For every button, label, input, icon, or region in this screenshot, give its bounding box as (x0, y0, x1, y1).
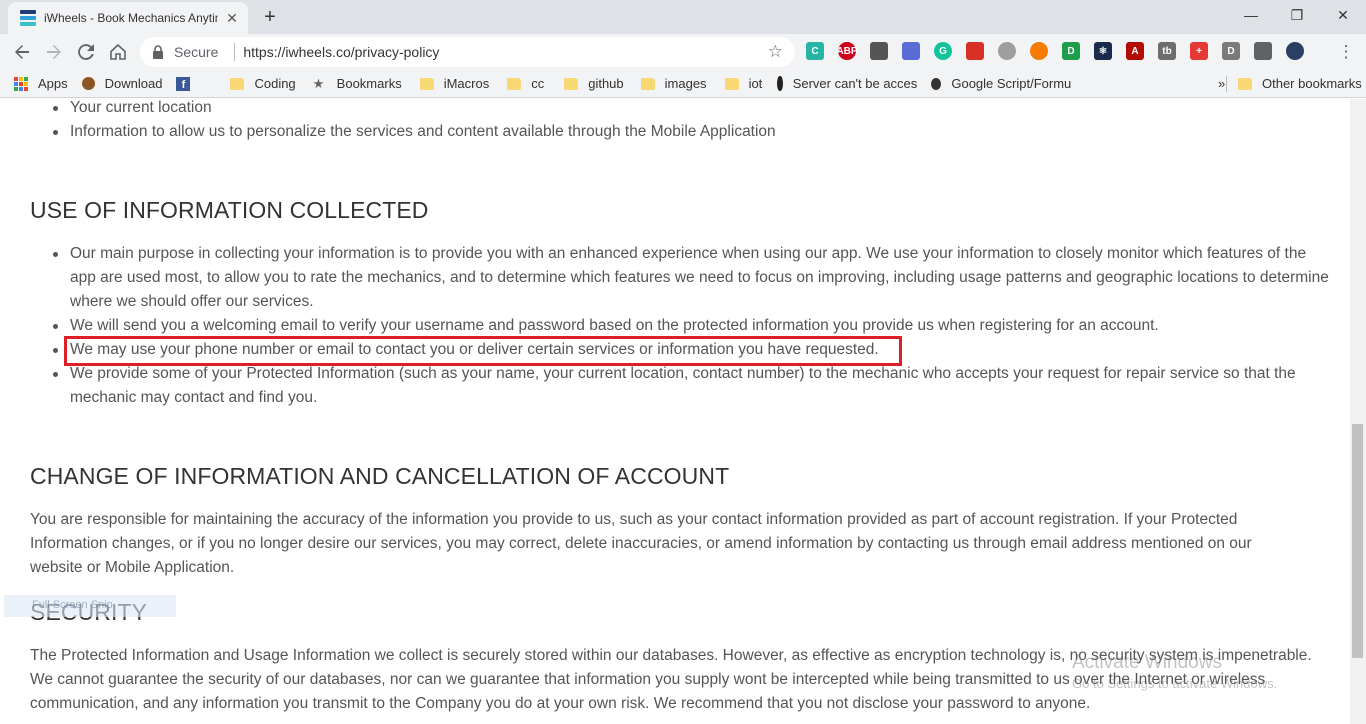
green-d-icon[interactable]: D (1062, 42, 1080, 60)
folder-icon (564, 77, 579, 90)
eyedropper-icon[interactable] (870, 42, 888, 60)
bookmark-label: Google Script/Formu (951, 76, 1072, 91)
back-icon[interactable] (6, 36, 38, 68)
download-icon (81, 77, 95, 90)
bookmark-label: images (664, 76, 707, 91)
bookmark-images[interactable]: images (640, 72, 707, 96)
bookmark-label: cc (531, 76, 545, 91)
bookmark-star-icon[interactable]: ☆ (768, 42, 783, 62)
bookmark-label: iMacros (443, 76, 490, 91)
list-item: Our main purpose in collecting your info… (30, 242, 1330, 314)
red-cross-icon[interactable]: + (1190, 42, 1208, 60)
tab-title: iWheels - Book Mechanics Anytim (44, 11, 218, 25)
bookmark-bookmarks[interactable]: ★ Bookmarks (313, 72, 402, 96)
page-content: Your current location Information to all… (0, 99, 1350, 724)
bookmark-other[interactable]: Other bookmarks (1238, 72, 1362, 96)
folder-icon (419, 77, 434, 90)
grammarly-icon[interactable]: G (934, 42, 952, 60)
bookmark-label: iot (748, 76, 763, 91)
bookmark-label: Coding (254, 76, 296, 91)
top-bullet-list: Your current location Information to all… (30, 99, 776, 144)
address-bar[interactable]: Secure https://iwheels.co/privacy-policy… (140, 37, 795, 67)
menu-kebab-icon[interactable]: ⋮ (1330, 36, 1362, 68)
section-title-use: USE OF INFORMATION COLLECTED (30, 197, 429, 223)
browser-toolbar: Secure https://iwheels.co/privacy-policy… (0, 34, 1366, 70)
close-window-button[interactable]: ✕ (1320, 0, 1366, 30)
tab-strip: iWheels - Book Mechanics Anytim ✕ + — ❐ … (0, 0, 1366, 34)
bookmark-label: Bookmarks (336, 76, 402, 91)
bookmark-label: github (588, 76, 624, 91)
c-icon[interactable]: C (806, 42, 824, 60)
scrollbar-thumb[interactable] (1352, 424, 1363, 658)
orange-circle-icon[interactable] (1030, 42, 1048, 60)
bookmark-label: Download (104, 76, 163, 91)
bookmarks-bar: Apps Download f Coding ★ Bookmarks iMacr… (0, 70, 1366, 98)
change-paragraph: You are responsible for maintaining the … (30, 511, 1252, 576)
minimize-button[interactable]: — (1228, 0, 1274, 30)
extensions-row: C ABP G D ⚛ Atb + D (806, 42, 1318, 60)
watermark-title: Activate Windows (1072, 652, 1222, 673)
bookmark-iot[interactable]: iot (724, 72, 763, 96)
bookmark-cc[interactable]: cc (507, 72, 544, 96)
list-item: Information to allow us to personalize t… (30, 120, 776, 144)
snip-overlay-label: Full Screen Snip (4, 595, 176, 617)
bookmark-imacros[interactable]: iMacros (419, 72, 490, 96)
bookmark-label: Other bookmarks (1262, 76, 1362, 91)
highlight-box (64, 336, 902, 366)
bookmark-coding[interactable]: Coding (230, 72, 296, 96)
section-title-change: CHANGE OF INFORMATION AND CANCELLATION O… (30, 463, 730, 489)
adblock-icon[interactable]: ABP (836, 42, 858, 60)
folder-icon (1238, 77, 1252, 90)
iwheels-favicon-icon (20, 10, 36, 26)
bookmark-apps[interactable]: Apps (14, 72, 68, 96)
bookmark-google-script[interactable]: Google Script/Formu (931, 72, 1071, 96)
stamp-icon[interactable] (902, 42, 920, 60)
reload-icon[interactable] (70, 36, 102, 68)
url-text[interactable]: https://iwheels.co/privacy-policy (243, 44, 767, 60)
bookmarks-divider (1226, 76, 1227, 92)
pdf-icon[interactable]: A (1126, 42, 1144, 60)
d-box-icon[interactable]: D (1222, 42, 1240, 60)
bookmark-github[interactable]: github (564, 72, 624, 96)
bookmark-label: Apps (38, 76, 68, 91)
red-square-icon[interactable] (966, 42, 984, 60)
apps-grid-icon (14, 76, 28, 91)
list-item: Your current location (30, 99, 776, 120)
use-bullet-list: Our main purpose in collecting your info… (30, 242, 1330, 410)
list-item: We will send you a welcoming email to ve… (30, 314, 1330, 338)
facebook-icon: f (176, 76, 191, 91)
github-icon (777, 76, 783, 91)
bookmarks-overflow-button[interactable]: » (1218, 72, 1225, 96)
tb-icon[interactable]: tb (1158, 42, 1176, 60)
folder-icon (230, 77, 245, 90)
star-icon: ★ (312, 75, 325, 91)
gear-icon (931, 77, 942, 90)
secure-label: Secure (174, 44, 219, 60)
forward-icon[interactable] (38, 36, 70, 68)
home-icon[interactable] (102, 36, 134, 68)
tab-close-icon[interactable]: ✕ (224, 10, 240, 26)
browser-tab[interactable]: iWheels - Book Mechanics Anytim ✕ (8, 2, 248, 34)
omnibox-divider (234, 43, 236, 61)
folder-icon (640, 77, 655, 90)
react-icon[interactable]: ⚛ (1094, 42, 1112, 60)
cast-icon[interactable] (1254, 42, 1272, 60)
folder-icon (507, 77, 522, 90)
folder-icon (724, 77, 739, 90)
restore-button[interactable]: ❐ (1274, 0, 1320, 30)
bookmark-label: Server can't be acces (792, 76, 918, 91)
bookmark-download[interactable]: Download (81, 72, 163, 96)
gray-circle-icon[interactable] (998, 42, 1016, 60)
profile-avatar-icon[interactable] (1286, 42, 1304, 60)
watermark-subtitle: Go to Settings to activate Windows. (1072, 676, 1278, 691)
activate-windows-watermark: Activate Windows Go to Settings to activ… (1072, 652, 1277, 691)
lock-icon (153, 45, 163, 59)
bookmark-facebook[interactable]: f (176, 72, 200, 96)
list-item: We provide some of your Protected Inform… (30, 362, 1330, 410)
new-tab-button[interactable]: + (256, 5, 284, 29)
bookmark-server[interactable]: Server can't be acces (777, 72, 917, 96)
